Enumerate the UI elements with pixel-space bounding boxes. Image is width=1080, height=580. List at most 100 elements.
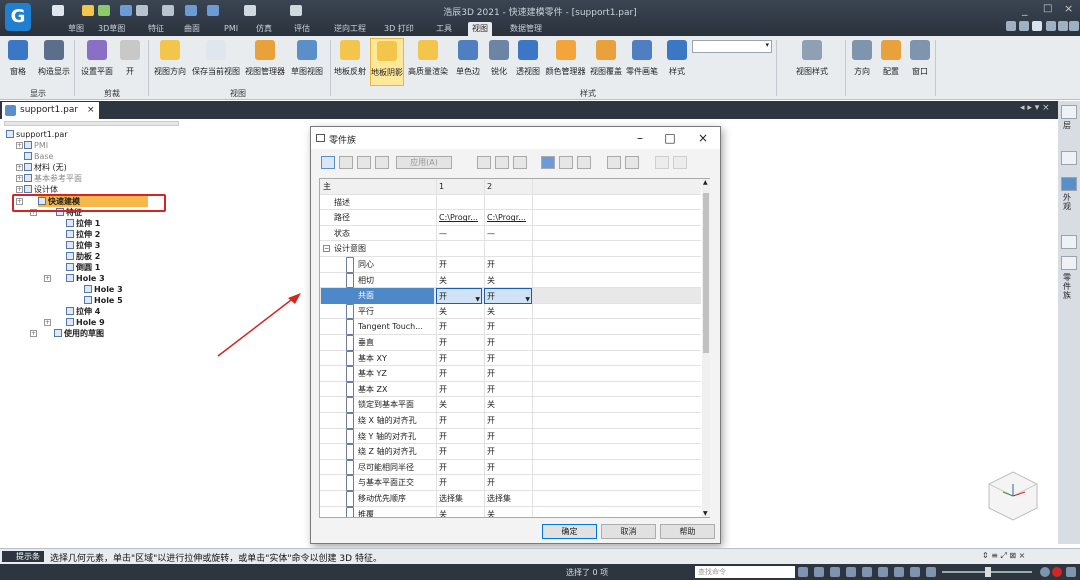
assembly-icon[interactable]	[1061, 235, 1077, 249]
ribbon-button-save-view[interactable]: 保存当前视图	[190, 38, 242, 86]
prompt-controls-icon[interactable]: ⇕ ≡ ⤢ ⊠ ×	[982, 551, 1025, 561]
member-1-cell[interactable]: C:\Progr...	[436, 210, 482, 226]
select-all-icon[interactable]	[321, 156, 335, 169]
tree-item[interactable]: 拉伸 4	[66, 306, 100, 317]
zoom-area-icon[interactable]	[814, 567, 824, 577]
move-left-icon[interactable]	[655, 156, 669, 169]
tree-item[interactable]: 基本参考平面	[24, 173, 82, 184]
apply-button[interactable]: 应用(A)	[396, 156, 452, 169]
tab-2[interactable]: 特征	[144, 22, 168, 36]
member-2-cell[interactable]	[484, 241, 532, 257]
tree-item[interactable]: Hole 9	[66, 317, 105, 328]
header-member-2[interactable]: 2	[484, 179, 532, 195]
member-1-cell[interactable]: 开	[436, 459, 482, 476]
tab-9[interactable]: 工具	[432, 22, 456, 36]
print-icon[interactable]	[577, 156, 591, 169]
undo-icon[interactable]	[559, 156, 573, 169]
ribbon-button-orient[interactable]: 方向	[850, 38, 874, 86]
scroll-down-icon[interactable]: ▼	[703, 510, 708, 517]
member-1-cell[interactable]: 开	[436, 366, 482, 382]
member-2-cell[interactable]: 开 ▼	[484, 288, 532, 304]
pan-icon[interactable]	[862, 567, 872, 577]
chevron-down-icon[interactable]: ▼	[475, 292, 480, 303]
table-row[interactable]: 相切关关	[320, 272, 701, 289]
header-member-1[interactable]: 1	[436, 179, 482, 195]
member-2-cell[interactable]: 关	[484, 303, 532, 320]
member-2-cell[interactable]: 开	[484, 475, 532, 491]
scrollbar-thumb[interactable]	[703, 193, 709, 353]
tab-4[interactable]: PMI	[220, 22, 242, 36]
close-button[interactable]: ×	[1064, 2, 1073, 15]
expand-toggle-icon[interactable]: +	[16, 164, 23, 171]
help-icon[interactable]	[1032, 21, 1042, 31]
cancel-button[interactable]: 取消	[601, 524, 656, 539]
document-tab[interactable]: support1.par ×	[2, 102, 99, 119]
insert-column-icon[interactable]	[513, 156, 527, 169]
expand-toggle-icon[interactable]: +	[16, 142, 23, 149]
ribbon-button-pane[interactable]: 窗格	[4, 38, 32, 86]
member-1-cell[interactable]: 开 ▼	[436, 288, 482, 304]
member-1-cell[interactable]: 开	[436, 335, 482, 351]
rotate-icon[interactable]	[878, 567, 888, 577]
dialog-minimize-button[interactable]: –	[633, 131, 647, 145]
table-row[interactable]: 同心开开	[320, 257, 701, 273]
expand-toggle-icon[interactable]: +	[30, 330, 37, 337]
member-1-cell[interactable]	[436, 194, 482, 211]
member-1-cell[interactable]: 开	[436, 413, 482, 429]
member-2-cell[interactable]: 开	[484, 444, 532, 460]
ribbon-button-view-orientation[interactable]: 视图方向	[152, 38, 188, 86]
member-2-cell[interactable]: 开	[484, 257, 532, 273]
table-row[interactable]: 锁定到基本平面关关	[320, 397, 701, 413]
member-2-cell[interactable]: 开	[484, 350, 532, 367]
tab-8[interactable]: 3D 打印	[380, 22, 418, 36]
tab-5[interactable]: 仿真	[252, 22, 276, 36]
table-row[interactable]: 基本 XY 开开	[320, 350, 701, 367]
ribbon-button-part-painter[interactable]: 零件画笔	[624, 38, 660, 86]
member-2-cell[interactable]: 开	[484, 366, 532, 382]
dock-label-appearance[interactable]: 外观	[1063, 193, 1075, 211]
zoom-in-icon[interactable]	[1040, 567, 1050, 577]
member-2-cell[interactable]: 开	[484, 413, 532, 429]
import-icon[interactable]	[625, 156, 639, 169]
dock-label-layers[interactable]: 层	[1063, 121, 1075, 130]
tree-item[interactable]: 拉伸 3	[66, 240, 100, 251]
maximize-button[interactable]: □	[1043, 3, 1052, 14]
shaded-icon[interactable]	[926, 567, 936, 577]
dock-label-family[interactable]: 零件族	[1063, 273, 1075, 300]
copy-member-icon[interactable]	[375, 156, 389, 169]
minimize-button[interactable]: _	[1022, 3, 1028, 16]
member-1-cell[interactable]: 开	[436, 475, 482, 491]
member-2-cell[interactable]: 开	[484, 459, 532, 476]
member-1-cell[interactable]: —	[436, 225, 482, 242]
tree-item[interactable]: 肋板 2	[66, 251, 100, 262]
delete-member-icon[interactable]	[357, 156, 371, 169]
view-cube[interactable]	[985, 468, 1041, 524]
expand-toggle-icon[interactable]: +	[16, 186, 23, 193]
ribbon-button-view-manager[interactable]: 视图管理器	[244, 38, 286, 86]
ribbon-button-floor-reflection[interactable]: 地板反射	[332, 38, 368, 86]
table-row[interactable]: − 设计意图	[320, 241, 701, 257]
collapse-toggle-icon[interactable]: −	[323, 245, 330, 253]
sketch-view-icon[interactable]	[894, 567, 904, 577]
tab-10[interactable]: 视图	[468, 22, 492, 36]
tree-item[interactable]: Hole 3	[66, 273, 105, 284]
layers-icon[interactable]	[1061, 105, 1077, 119]
table-row[interactable]: 绕 Z 轴的对齐孔开开	[320, 444, 701, 460]
save-icon[interactable]	[541, 156, 555, 169]
table-row[interactable]: 与基本平面正交开开	[320, 475, 701, 491]
style-combo[interactable]: ▾	[692, 40, 772, 53]
table-row[interactable]: Tangent Touch... 开开	[320, 319, 701, 335]
expand-toggle-icon[interactable]: +	[44, 275, 51, 282]
help-button[interactable]: 帮助	[660, 524, 715, 539]
table-row[interactable]: 推覆关关	[320, 506, 701, 517]
tree-item[interactable]: 倒圆 1	[66, 262, 100, 273]
dialog-close-button[interactable]: ×	[696, 131, 710, 145]
tree-item[interactable]: 材料 (无)	[24, 162, 67, 173]
table-row[interactable]: 平行关关	[320, 303, 701, 320]
tree-item[interactable]: 拉伸 1	[66, 218, 100, 229]
member-1-cell[interactable]: 选择集	[436, 491, 482, 507]
member-1-cell[interactable]: 开	[436, 444, 482, 460]
doc-close-icon[interactable]	[1069, 21, 1079, 31]
ribbon-button-window[interactable]: 窗口	[907, 38, 933, 86]
table-row[interactable]: 移动优先顺序 选择集 选择集	[320, 491, 701, 507]
